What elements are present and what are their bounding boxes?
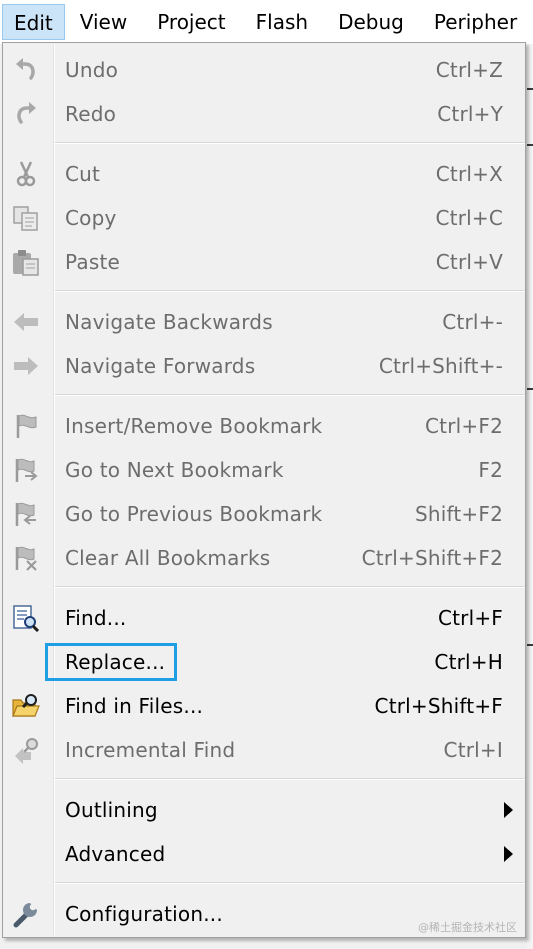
bookmark-clear-icon <box>11 544 41 572</box>
menu-item-shortcut: Ctrl+- <box>442 310 503 334</box>
menu-separator <box>55 778 525 780</box>
menu-item-label: Configuration... <box>65 902 223 926</box>
menu-item-advanced[interactable]: Advanced <box>5 832 523 876</box>
scissors-icon <box>11 160 41 188</box>
menu-item-label: Cut <box>65 162 101 186</box>
arrow-right-icon <box>11 352 41 380</box>
menu-item-clear-all-bookmarks[interactable]: Clear All Bookmarks Ctrl+Shift+F2 <box>5 536 523 580</box>
edit-menu-dropdown: Undo Ctrl+Z Redo Ctrl+Y Cut Ctrl+X Copy … <box>2 42 526 938</box>
menu-item-navigate-backwards[interactable]: Navigate Backwards Ctrl+- <box>5 300 523 344</box>
menu-item-label: Incremental Find <box>65 738 236 762</box>
menu-item-label: Outlining <box>65 798 158 822</box>
menu-bar: Edit View Project Flash Debug Peripher <box>0 0 533 44</box>
undo-icon <box>11 56 41 84</box>
menu-item-label: Paste <box>65 250 120 274</box>
menu-separator <box>55 394 525 396</box>
menu-separator <box>55 290 525 292</box>
menu-item-insert-remove-bookmark[interactable]: Insert/Remove Bookmark Ctrl+F2 <box>5 404 523 448</box>
menu-item-label: Clear All Bookmarks <box>65 546 271 570</box>
menu-item-label: Find... <box>65 606 127 630</box>
menu-separator <box>55 586 525 588</box>
menu-item-shortcut: Ctrl+H <box>434 650 503 674</box>
menu-item-undo[interactable]: Undo Ctrl+Z <box>5 48 523 92</box>
menu-item-shortcut: Ctrl+Shift+- <box>378 354 503 378</box>
menu-item-label: Navigate Forwards <box>65 354 256 378</box>
menu-item-outlining[interactable]: Outlining <box>5 788 523 832</box>
menu-project[interactable]: Project <box>142 4 240 40</box>
replace-highlight-box <box>45 643 177 681</box>
menu-item-navigate-forwards[interactable]: Navigate Forwards Ctrl+Shift+- <box>5 344 523 388</box>
menu-item-shortcut: Ctrl+X <box>435 162 503 186</box>
bookmark-next-icon <box>11 456 41 484</box>
menu-item-label: Advanced <box>65 842 166 866</box>
menu-item-redo[interactable]: Redo Ctrl+Y <box>5 92 523 136</box>
menu-view[interactable]: View <box>65 4 142 40</box>
menu-item-paste[interactable]: Paste Ctrl+V <box>5 240 523 284</box>
menu-item-shortcut: Ctrl+Z <box>435 58 503 82</box>
redo-icon <box>11 100 41 128</box>
bookmark-prev-icon <box>11 500 41 528</box>
menu-peripherals[interactable]: Peripher <box>419 4 532 40</box>
menu-item-label: Copy <box>65 206 117 230</box>
menu-edit[interactable]: Edit <box>2 4 65 40</box>
menu-item-cut[interactable]: Cut Ctrl+X <box>5 152 523 196</box>
menu-separator <box>55 882 525 884</box>
menu-item-shortcut: Ctrl+F <box>437 606 503 630</box>
menu-item-shortcut: Ctrl+F2 <box>425 414 503 438</box>
menu-item-shortcut: Ctrl+I <box>443 738 503 762</box>
bookmark-flag-icon <box>11 412 41 440</box>
menu-item-find[interactable]: Find... Ctrl+F <box>5 596 523 640</box>
find-in-files-folder-icon <box>11 692 41 720</box>
menu-separator <box>55 142 525 144</box>
editor-background-strip <box>527 44 533 949</box>
menu-item-label: Undo <box>65 58 119 82</box>
menu-item-label: Go to Previous Bookmark <box>65 502 323 526</box>
menu-item-shortcut: Shift+F2 <box>414 502 503 526</box>
arrow-left-icon <box>11 308 41 336</box>
menu-item-shortcut: Ctrl+V <box>435 250 503 274</box>
menu-flash[interactable]: Flash <box>241 4 323 40</box>
wrench-icon <box>11 900 41 928</box>
menu-debug[interactable]: Debug <box>323 4 419 40</box>
menu-item-shortcut: Ctrl+C <box>435 206 503 230</box>
watermark: @稀土掘金技术社区 <box>418 921 517 934</box>
menu-item-incremental-find[interactable]: Incremental Find Ctrl+I <box>5 728 523 772</box>
incremental-find-icon <box>11 736 41 764</box>
menu-item-label: Go to Next Bookmark <box>65 458 284 482</box>
find-document-icon <box>11 604 41 633</box>
menu-item-find-in-files[interactable]: Find in Files... Ctrl+Shift+F <box>5 684 523 728</box>
menu-item-shortcut: Ctrl+Shift+F2 <box>361 546 503 570</box>
paste-icon <box>11 248 41 276</box>
menu-item-previous-bookmark[interactable]: Go to Previous Bookmark Shift+F2 <box>5 492 523 536</box>
menu-item-label: Insert/Remove Bookmark <box>65 414 323 438</box>
menu-item-shortcut: F2 <box>478 458 503 482</box>
submenu-arrow-icon <box>504 846 513 862</box>
menu-item-next-bookmark[interactable]: Go to Next Bookmark F2 <box>5 448 523 492</box>
copy-icon <box>11 204 41 232</box>
menu-item-label: Find in Files... <box>65 694 204 718</box>
menu-item-shortcut: Ctrl+Shift+F <box>374 694 503 718</box>
menu-item-shortcut: Ctrl+Y <box>437 102 503 126</box>
menu-item-copy[interactable]: Copy Ctrl+C <box>5 196 523 240</box>
submenu-arrow-icon <box>504 802 513 818</box>
menu-item-label: Navigate Backwards <box>65 310 273 334</box>
menu-item-label: Redo <box>65 102 117 126</box>
